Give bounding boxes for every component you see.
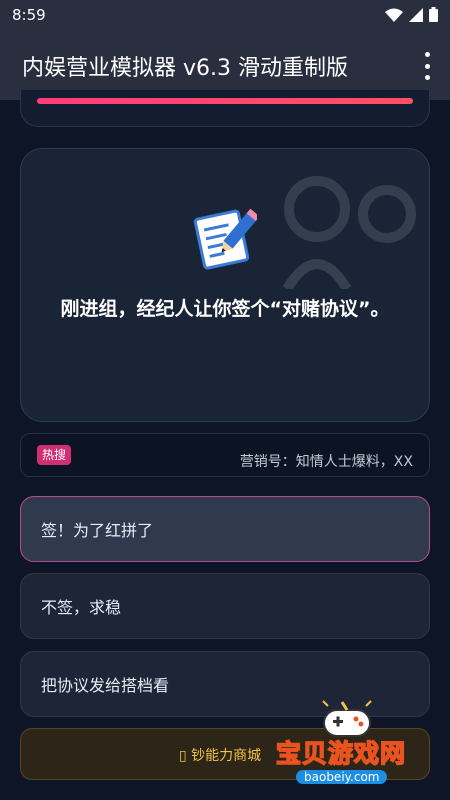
choice-label: 签！为了红拼了 <box>41 521 154 540</box>
watermark-text: 宝贝游戏网 <box>275 738 407 769</box>
hot-search-text: 营销号：知情人士爆料，XX <box>239 454 413 470</box>
status-time: 8:59 <box>12 6 46 24</box>
status-bar: 8:59 <box>0 0 450 30</box>
decorative-background-icon <box>282 176 416 289</box>
battery-icon <box>429 7 438 22</box>
status-card <box>20 90 430 127</box>
status-icons <box>385 7 438 22</box>
event-text: 刚进组，经纪人让你签个“对赌协议”。 <box>60 298 390 320</box>
wifi-icon <box>385 8 403 22</box>
shop-label: ▯ 钞能力商城 <box>179 748 262 764</box>
choice-label: 把协议发给搭档看 <box>41 676 170 695</box>
watermark-url: baobeiy.com <box>296 770 388 784</box>
choice-option[interactable]: 不签，求稳 <box>20 573 430 639</box>
app-title: 内娱营业模拟器 v6.3 滑动重制版 <box>22 56 348 81</box>
choice-option[interactable]: 签！为了红拼了 <box>20 496 430 562</box>
hot-search-badge: 热搜 <box>37 445 72 465</box>
memo-pencil-icon <box>193 208 257 270</box>
hot-search-bar: 热搜 营销号：知情人士爆料，XX <box>20 433 430 477</box>
event-card: 刚进组，经纪人让你签个“对赌协议”。 <box>20 148 430 422</box>
progress-bar <box>37 98 413 104</box>
choice-label: 不签，求稳 <box>41 598 122 617</box>
more-vert-icon[interactable] <box>422 52 432 80</box>
signal-icon <box>409 7 423 22</box>
watermark: 宝贝游戏网 baobeiy.com <box>250 700 420 790</box>
